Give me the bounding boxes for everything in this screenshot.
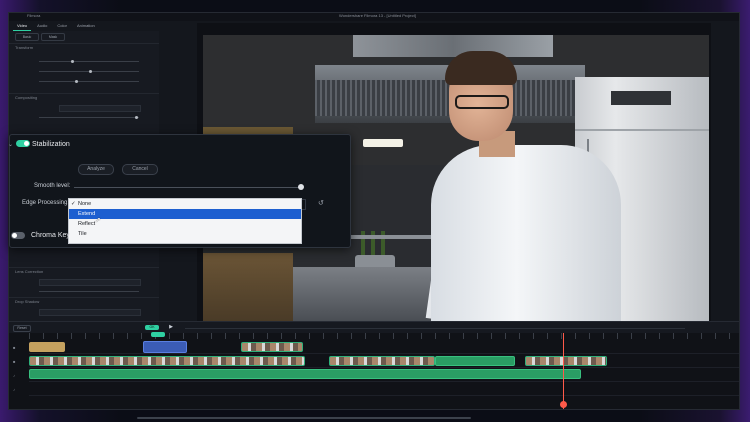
video-clip[interactable] (29, 356, 305, 366)
option-extend[interactable]: Extend (69, 209, 301, 219)
playhead-handle[interactable] (560, 401, 567, 408)
video-clip[interactable] (241, 342, 303, 352)
slider-track[interactable] (39, 291, 139, 292)
divider (9, 43, 159, 44)
eyeglasses (455, 95, 509, 109)
audio-clip[interactable] (435, 356, 515, 366)
option-label: Tile (78, 231, 87, 237)
slider-knob[interactable] (71, 60, 74, 63)
reset-button[interactable]: Reset (13, 325, 31, 332)
ok-button[interactable]: OK (145, 325, 159, 330)
tab-video[interactable]: Video (13, 21, 32, 31)
slider-knob[interactable] (135, 116, 138, 119)
opacity-slider[interactable] (39, 117, 139, 118)
timeline-scrollbar[interactable] (137, 417, 471, 419)
title-bar: Filmora Wondershare Filmora 13 - [Untitl… (9, 13, 739, 21)
fridge-display (611, 91, 671, 105)
divider (9, 297, 159, 298)
edge-processing-label: Edge Processing: (22, 200, 70, 206)
play-icon[interactable]: ▶ (169, 325, 173, 330)
stabilization-title: Stabilization (32, 141, 70, 148)
playhead[interactable] (563, 333, 564, 409)
tab-color[interactable]: Color (53, 21, 71, 31)
track-divider (29, 395, 739, 396)
slider-track[interactable] (39, 61, 139, 62)
checkmark-icon: ✓ (71, 201, 76, 207)
divider (9, 267, 159, 268)
mouse-cursor-icon: ➚ (95, 217, 101, 224)
background: Filmora Wondershare Filmora 13 - [Untitl… (0, 0, 750, 422)
reset-icon[interactable]: ↺ (318, 199, 324, 207)
title-clip[interactable] (29, 342, 65, 352)
chroma-key-title: Chroma Key (31, 232, 70, 239)
blend-mode-select[interactable] (59, 105, 141, 112)
option-tile[interactable]: Tile (69, 229, 301, 239)
analyze-button[interactable]: Analyze (78, 164, 114, 175)
timeline-marker[interactable] (151, 332, 165, 337)
chef-hair (445, 51, 517, 85)
smooth-level-knob[interactable] (298, 184, 304, 190)
shadow-select[interactable] (39, 309, 141, 316)
lock-icon[interactable]: ■ (13, 359, 15, 364)
lens-select[interactable] (39, 279, 141, 286)
smooth-level-slider[interactable] (74, 187, 302, 188)
track-divider (29, 367, 739, 368)
tab-audio[interactable]: Audio (33, 21, 51, 31)
property-tabs: Video Audio Color Animation (9, 21, 163, 31)
mask-button[interactable]: Mask (41, 33, 65, 41)
track-divider (29, 381, 739, 382)
option-label: Extend (78, 211, 96, 217)
option-reflect[interactable]: Reflect (69, 219, 301, 229)
section-transform[interactable]: Transform (15, 45, 33, 51)
smooth-level-label: Smooth level: (34, 183, 71, 189)
option-label: None (78, 201, 92, 207)
option-none[interactable]: ✓ None (69, 199, 301, 209)
time-ruler[interactable] (29, 333, 739, 339)
wood-panel (203, 253, 293, 321)
audio-clip[interactable] (29, 369, 581, 379)
effect-clip[interactable] (143, 341, 187, 353)
chevron-down-icon[interactable]: ⌄ (8, 141, 13, 148)
speaker-icon[interactable]: ♪ (13, 373, 15, 378)
vent-duct (353, 35, 553, 57)
edge-processing-dropdown: ✓ None Extend Reflect Tile (68, 198, 302, 244)
chef-jacket (431, 145, 621, 321)
slider-track[interactable] (39, 81, 139, 82)
slider-knob[interactable] (75, 80, 78, 83)
ceiling-light (363, 139, 403, 147)
divider (9, 93, 159, 94)
speaker-icon[interactable]: ♪ (13, 387, 15, 392)
video-clip[interactable] (525, 356, 607, 366)
section-drop-shadow[interactable]: Drop Shadow (15, 299, 39, 305)
section-compositing[interactable]: Compositing (15, 95, 37, 101)
cancel-button[interactable]: Cancel (122, 164, 158, 175)
slider-knob[interactable] (89, 70, 92, 73)
timeline[interactable]: ■ ■ ♪ ♪ (9, 332, 739, 419)
basic-button[interactable]: Basic (15, 33, 39, 41)
stabilization-toggle[interactable] (16, 140, 30, 147)
chroma-key-toggle[interactable] (11, 232, 25, 239)
option-label: Reflect (78, 221, 96, 227)
video-clip[interactable] (329, 356, 435, 366)
lock-icon[interactable]: ■ (13, 345, 15, 350)
fridge-seam (575, 129, 709, 131)
tab-animation[interactable]: Animation (73, 21, 99, 31)
editor-window: Filmora Wondershare Filmora 13 - [Untitl… (8, 12, 740, 419)
stabilization-panel: ⌄ Stabilization Analyze Cancel Smooth le… (8, 134, 351, 248)
app-brand: Filmora (27, 13, 41, 18)
window-title: Wondershare Filmora 13 - [Untitled Proje… (339, 13, 416, 18)
section-lens-correction[interactable]: Lens Correction (15, 269, 43, 275)
progress-track[interactable] (185, 328, 685, 329)
track-divider (29, 353, 739, 354)
